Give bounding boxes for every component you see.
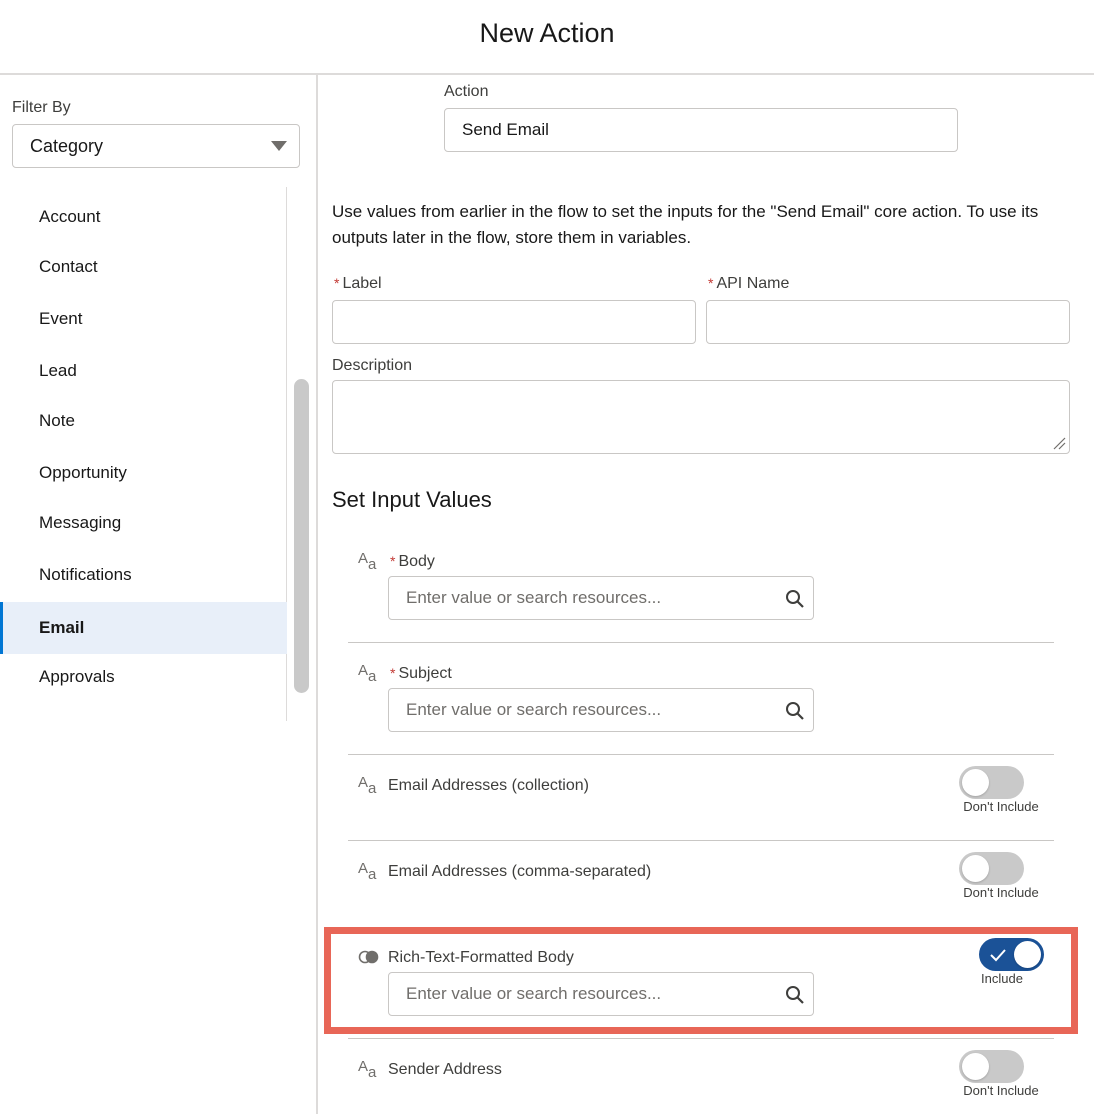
category-list: Account Contact Event Lead Note Opportun…: [0, 187, 287, 721]
chevron-down-icon: [271, 141, 287, 151]
text-type-icon: Aa: [358, 860, 377, 883]
sidebar-item-account[interactable]: Account: [0, 191, 287, 243]
email-comma-toggle[interactable]: [959, 852, 1024, 885]
row-divider: [348, 1038, 1054, 1039]
modal-header: New Action: [0, 0, 1094, 75]
sender-toggle[interactable]: [959, 1050, 1024, 1083]
sidebar: Filter By Category Account Contact Event…: [0, 75, 318, 1114]
toggle-knob: [962, 769, 989, 796]
sidebar-item-email[interactable]: Email: [0, 602, 287, 654]
body-label: * Body: [390, 553, 435, 571]
sidebar-item-lead[interactable]: Lead: [0, 345, 287, 397]
subject-input[interactable]: Enter value or search resources...: [388, 688, 814, 732]
check-icon: [990, 949, 1006, 962]
sidebar-item-contact[interactable]: Contact: [0, 241, 287, 293]
toggle-knob: [1014, 941, 1041, 968]
text-type-icon: Aa: [358, 774, 377, 797]
body-input[interactable]: Enter value or search resources...: [388, 576, 814, 620]
action-input[interactable]: Send Email: [444, 108, 958, 152]
api-name-field-text: API Name: [716, 275, 790, 292]
body-label-text: Body: [398, 553, 435, 570]
sidebar-item-messaging[interactable]: Messaging: [0, 497, 287, 549]
email-collection-label: Email Addresses (collection): [388, 777, 589, 794]
sidebar-item-opportunity[interactable]: Opportunity: [0, 447, 287, 499]
search-icon: [786, 986, 804, 1004]
body-placeholder: Enter value or search resources...: [406, 588, 662, 607]
filter-label: Filter By: [12, 99, 71, 116]
subject-label-text: Subject: [398, 665, 452, 682]
row-divider: [348, 754, 1054, 755]
sidebar-item-approvals[interactable]: Approvals: [0, 651, 287, 703]
label-field-text: Label: [342, 275, 382, 292]
sidebar-item-note[interactable]: Note: [0, 395, 287, 447]
label-field-label: * Label: [334, 275, 382, 293]
email-collection-toggle-text: Don't Include: [963, 799, 1039, 814]
sender-toggle-text: Don't Include: [963, 1083, 1039, 1098]
boolean-type-icon: [358, 950, 379, 964]
email-comma-label: Email Addresses (comma-separated): [388, 863, 652, 880]
required-marker: *: [334, 275, 340, 291]
instructions-text: Use values from earlier in the flow to s…: [332, 202, 1039, 247]
modal-title: New Action: [479, 18, 615, 48]
api-name-field-label: * API Name: [708, 275, 789, 293]
subject-label: * Subject: [390, 665, 452, 683]
toggle-knob: [962, 1053, 989, 1080]
required-marker: *: [708, 275, 714, 291]
rich-text-placeholder: Enter value or search resources...: [406, 984, 662, 1003]
email-comma-toggle-text: Don't Include: [963, 885, 1039, 900]
search-icon: [786, 590, 804, 608]
required-marker: *: [390, 665, 396, 681]
text-type-icon: Aa: [358, 662, 377, 685]
sidebar-item-event[interactable]: Event: [0, 293, 287, 345]
section-title: Set Input Values: [332, 487, 492, 512]
description-textarea[interactable]: [332, 380, 1070, 454]
sender-label: Sender Address: [388, 1061, 502, 1078]
resize-handle-icon[interactable]: [1052, 436, 1066, 450]
rich-text-label: Rich-Text-Formatted Body: [388, 949, 574, 966]
filter-select[interactable]: Category: [12, 124, 300, 168]
row-divider: [348, 642, 1054, 643]
description-field-label: Description: [332, 357, 413, 374]
filter-select-value: Category: [30, 136, 104, 156]
text-type-icon: Aa: [358, 1058, 377, 1081]
rich-text-input[interactable]: Enter value or search resources...: [388, 972, 814, 1016]
label-input[interactable]: [332, 300, 696, 344]
text-type-icon: Aa: [358, 550, 377, 573]
rich-text-toggle-text: Include: [981, 971, 1023, 986]
row-divider: [348, 840, 1054, 841]
required-marker: *: [390, 553, 396, 569]
toggle-knob: [962, 855, 989, 882]
rich-text-toggle[interactable]: [979, 938, 1044, 971]
sidebar-item-notifications[interactable]: Notifications: [0, 549, 287, 601]
subject-placeholder: Enter value or search resources...: [406, 700, 662, 719]
action-label: Action: [444, 83, 489, 100]
sidebar-scrollbar[interactable]: [294, 379, 309, 693]
search-icon: [786, 702, 804, 720]
main-panel: Action Send Email Use values from earlie…: [318, 75, 1094, 1114]
email-collection-toggle[interactable]: [959, 766, 1024, 799]
api-name-input[interactable]: [706, 300, 1070, 344]
